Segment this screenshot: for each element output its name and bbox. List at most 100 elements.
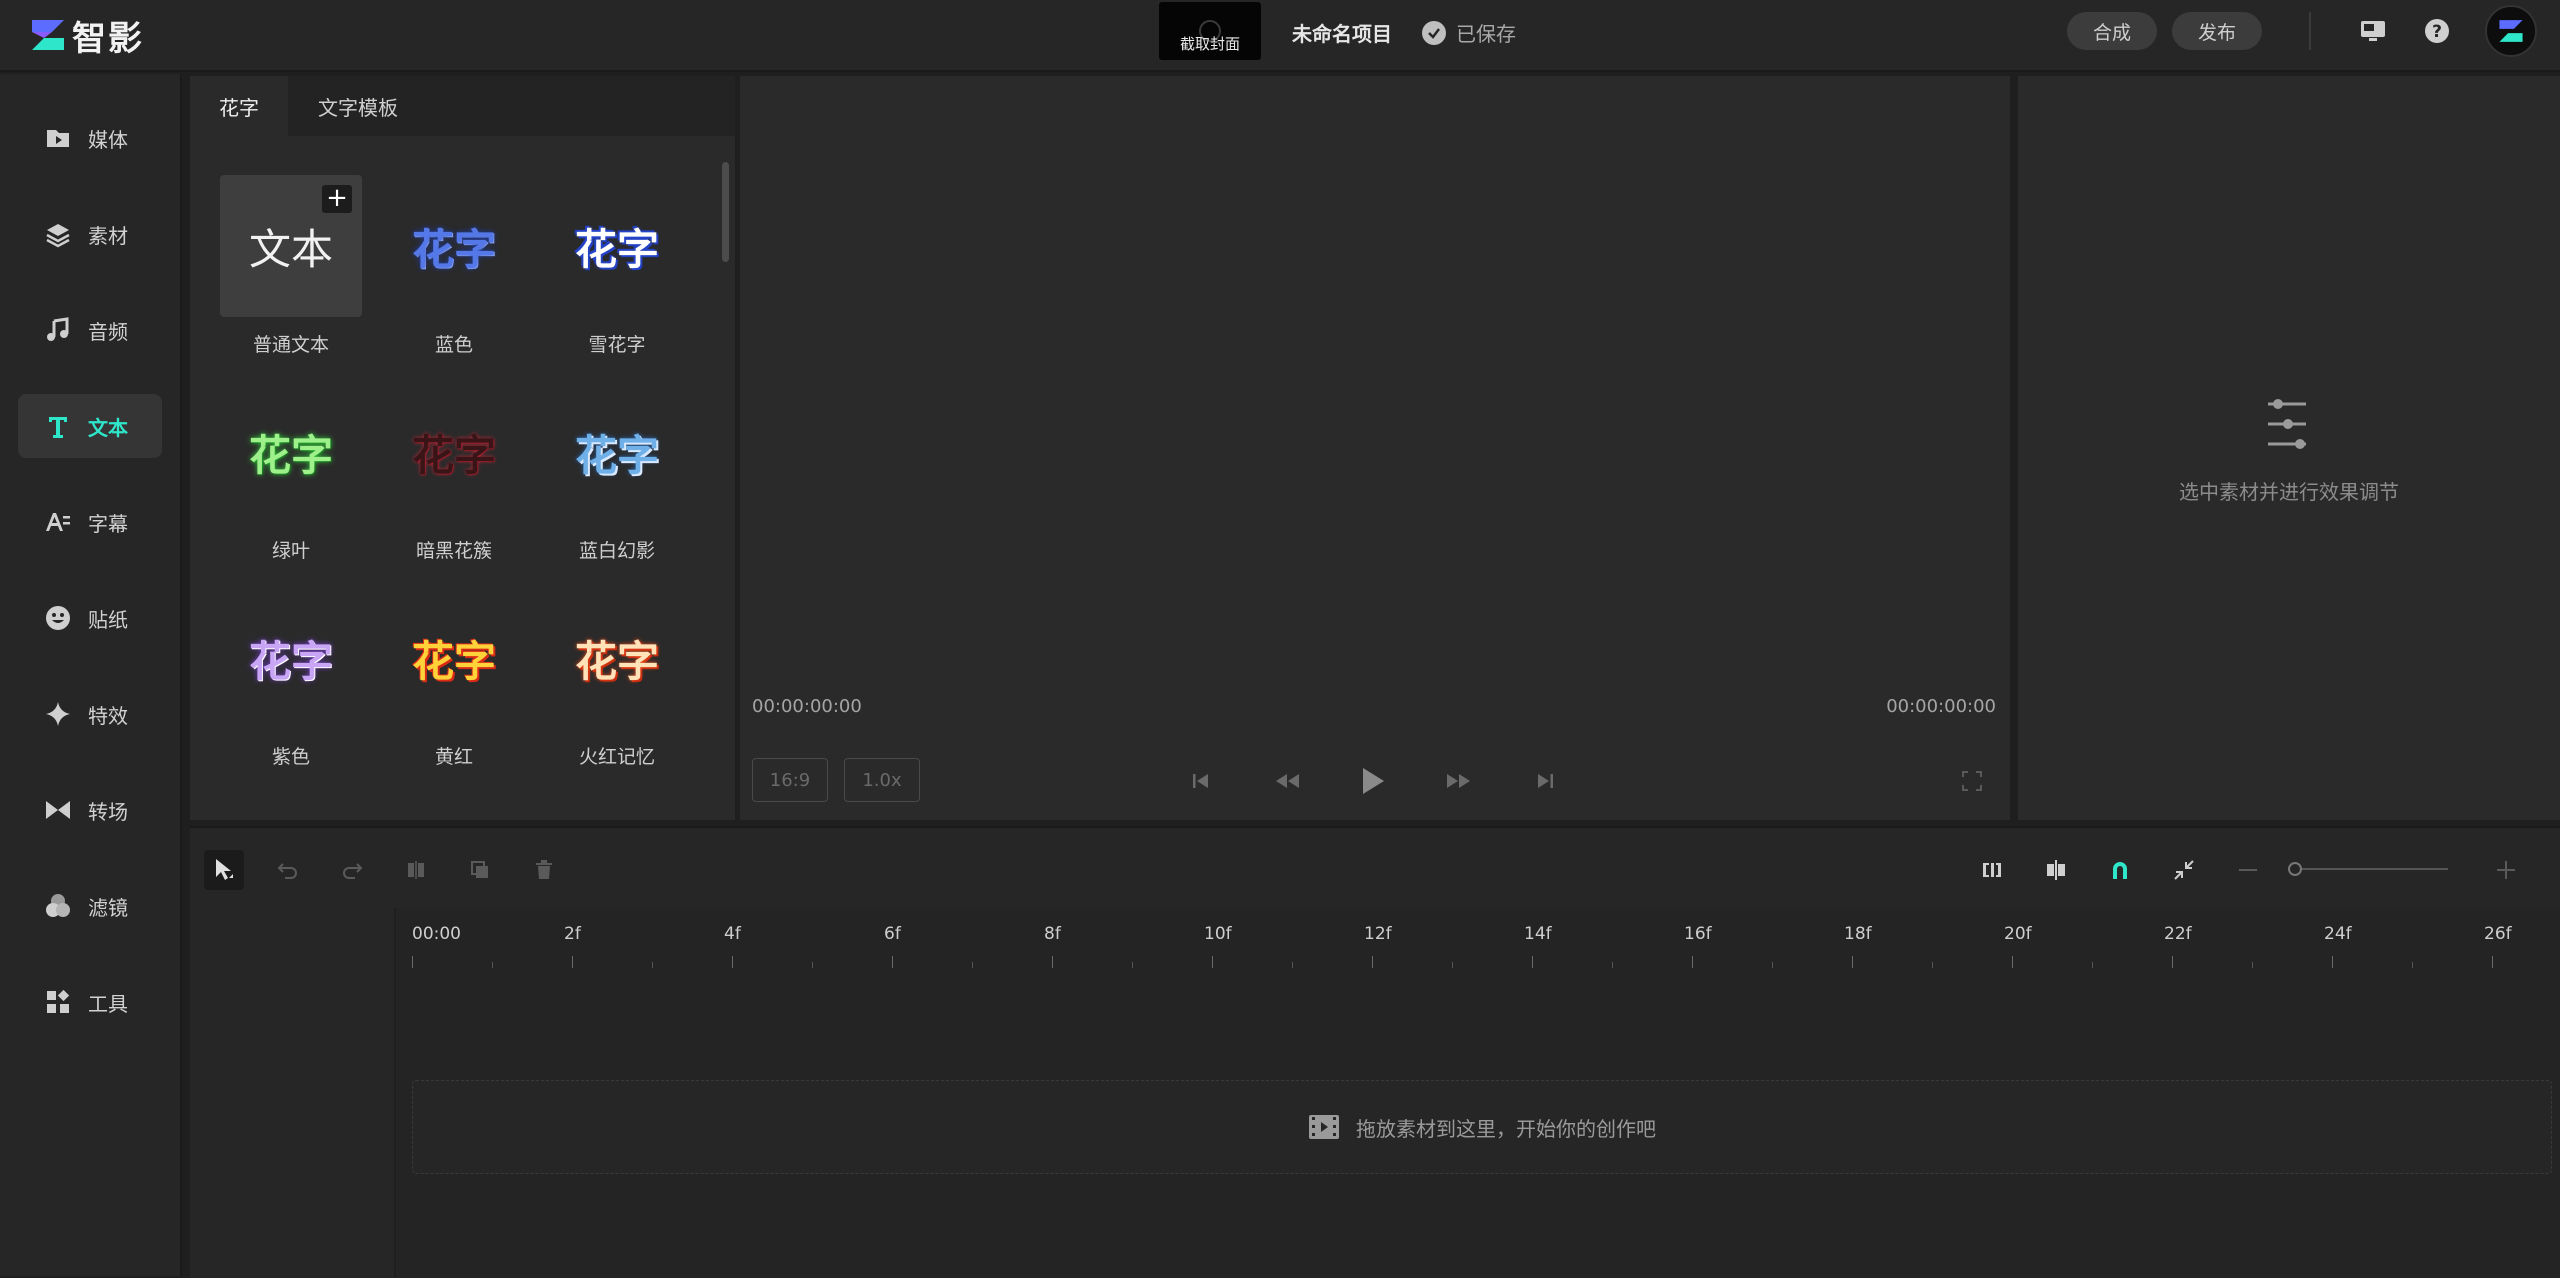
avatar-logo-icon [2499, 20, 2523, 42]
tab-text-template[interactable]: 文字模板 [288, 76, 428, 136]
monitor-icon[interactable] [2358, 16, 2388, 46]
nav-item-label: 贴纸 [88, 607, 128, 632]
ruler-minor-tick [812, 962, 813, 968]
ruler-tick-label: 20f [2004, 924, 2032, 944]
style-card-blue-white-phantom[interactable]: 花字 [546, 381, 688, 523]
undo-icon[interactable] [268, 850, 308, 890]
adjust-sliders-icon [2268, 399, 2306, 449]
check-circle-icon [1422, 20, 1446, 45]
help-icon[interactable]: ? [2422, 16, 2452, 46]
card-label: 普通文本 [252, 334, 329, 356]
zoom-slider-track[interactable] [2292, 868, 2448, 870]
folder-icon [47, 130, 69, 147]
card-label: 绿叶 [271, 540, 310, 562]
compose-button[interactable]: 合成 [2067, 12, 2157, 50]
header-divider [2309, 12, 2311, 50]
fast-forward-icon[interactable] [1442, 764, 1476, 798]
ruler-tick-label: 18f [1844, 924, 1872, 944]
style-card-fire-red-memory[interactable]: 花字 [546, 587, 688, 729]
ruler-minor-tick [1772, 962, 1773, 968]
nav-item-material[interactable]: 素材 [18, 202, 162, 266]
card-preview: 花字 [574, 636, 659, 686]
card-preview: 花字 [411, 430, 496, 480]
transition-icon [46, 801, 70, 819]
capture-cover-button[interactable]: 截取封面 [1159, 2, 1261, 60]
saved-status: 已保存 [1422, 18, 1516, 47]
delete-icon[interactable] [524, 850, 564, 890]
nav-item-label: 特效 [88, 703, 128, 728]
playback-speed-button[interactable]: 1.0x [844, 758, 920, 802]
ruler-tick [572, 956, 573, 968]
style-card-plain[interactable]: 文本 + [220, 175, 362, 317]
ruler-minor-tick [1932, 962, 1933, 968]
ruler-minor-tick [652, 962, 653, 968]
left-nav: 媒体 素材 音频 文本 字幕 贴纸 特效 转场 滤镜 工具 [0, 74, 182, 1276]
sticker-icon [46, 606, 70, 630]
project-title[interactable]: 未命名项目 [1292, 18, 1392, 47]
nav-item-subtitle[interactable]: 字幕 [18, 490, 162, 554]
ruler-tick [1212, 956, 1213, 968]
user-avatar[interactable] [2485, 5, 2537, 57]
fullscreen-icon[interactable] [1955, 764, 1989, 798]
magnet-snap-icon[interactable] [2100, 850, 2140, 890]
play-icon[interactable] [1356, 764, 1390, 798]
zoom-out-icon[interactable] [2228, 850, 2268, 890]
style-card-yellow-red[interactable]: 花字 [383, 587, 525, 729]
timeline-toolbar [190, 828, 2560, 908]
aspect-ratio-button[interactable]: 16:9 [752, 758, 828, 802]
nav-item-filter[interactable]: 滤镜 [18, 874, 162, 938]
card-label: 紫色 [271, 746, 310, 768]
ruler-tick-label: 12f [1364, 924, 1392, 944]
nav-item-sticker[interactable]: 贴纸 [18, 586, 162, 650]
tab-fancy-text[interactable]: 花字 [190, 76, 288, 136]
ruler-tick [1052, 956, 1053, 968]
card-preview: 花字 [248, 430, 333, 480]
rewind-icon[interactable] [1270, 764, 1304, 798]
style-card-purple[interactable]: 花字 [220, 587, 362, 729]
skip-to-start-icon[interactable] [1184, 764, 1218, 798]
card-preview: 花字 [574, 430, 659, 480]
skip-to-end-icon[interactable] [1528, 764, 1562, 798]
capture-cover-label: 截取封面 [1179, 35, 1240, 53]
style-card-dark-flower[interactable]: 花字 [383, 381, 525, 523]
zoom-slider-handle[interactable] [2288, 862, 2302, 876]
filter-icon [46, 894, 70, 917]
style-card-snow[interactable]: 花字 [546, 175, 688, 317]
svg-text:?: ? [2432, 22, 2442, 42]
style-card-blue[interactable]: 花字 [383, 175, 525, 317]
nav-item-audio[interactable]: 音频 [18, 298, 162, 362]
redo-icon[interactable] [332, 850, 372, 890]
select-tool-icon[interactable] [204, 850, 244, 890]
nav-item-label: 文本 [88, 415, 128, 440]
timeline: 00:00 2f 4f 6f 8f 10f 12f 14f 16f 18f 20f 22f 24f 26f… [190, 826, 2560, 1278]
split-icon[interactable] [396, 850, 436, 890]
properties-panel: 选中素材并进行效果调节 [2018, 76, 2560, 820]
ruler-tick [2332, 956, 2333, 968]
center-align-icon[interactable] [2036, 850, 2076, 890]
ruler-minor-tick [1452, 962, 1453, 968]
ruler-tick-label: 10f [1204, 924, 1232, 944]
drop-zone[interactable]: 拖放素材到这里，开始你的创作吧 [412, 1080, 2552, 1174]
panel-scrollbar[interactable] [722, 162, 729, 262]
add-icon[interactable]: + [322, 185, 352, 213]
nav-item-transition[interactable]: 转场 [18, 778, 162, 842]
video-preview[interactable]: 00:00:00:00 00:00:00:00 16:9 1.0x [740, 76, 2010, 820]
publish-button[interactable]: 发布 [2172, 12, 2262, 50]
app-logo[interactable]: 智影 [30, 12, 144, 59]
ruler-tick [732, 956, 733, 968]
card-preview: 花字 [411, 224, 496, 274]
sparkle-icon [46, 702, 70, 726]
subtitle-icon [46, 513, 70, 531]
nav-item-tools[interactable]: 工具 [18, 970, 162, 1034]
trim-icon[interactable] [1972, 850, 2012, 890]
ruler-minor-tick [2252, 962, 2253, 968]
nav-item-media[interactable]: 媒体 [18, 106, 162, 170]
nav-item-effects[interactable]: 特效 [18, 682, 162, 746]
ruler-minor-tick [972, 962, 973, 968]
style-card-green-leaf[interactable]: 花字 [220, 381, 362, 523]
copy-icon[interactable] [460, 850, 500, 890]
current-time: 00:00:00:00 [752, 696, 862, 717]
collapse-icon[interactable] [2164, 850, 2204, 890]
zoom-in-icon[interactable] [2486, 850, 2526, 890]
nav-item-text[interactable]: 文本 [18, 394, 162, 458]
